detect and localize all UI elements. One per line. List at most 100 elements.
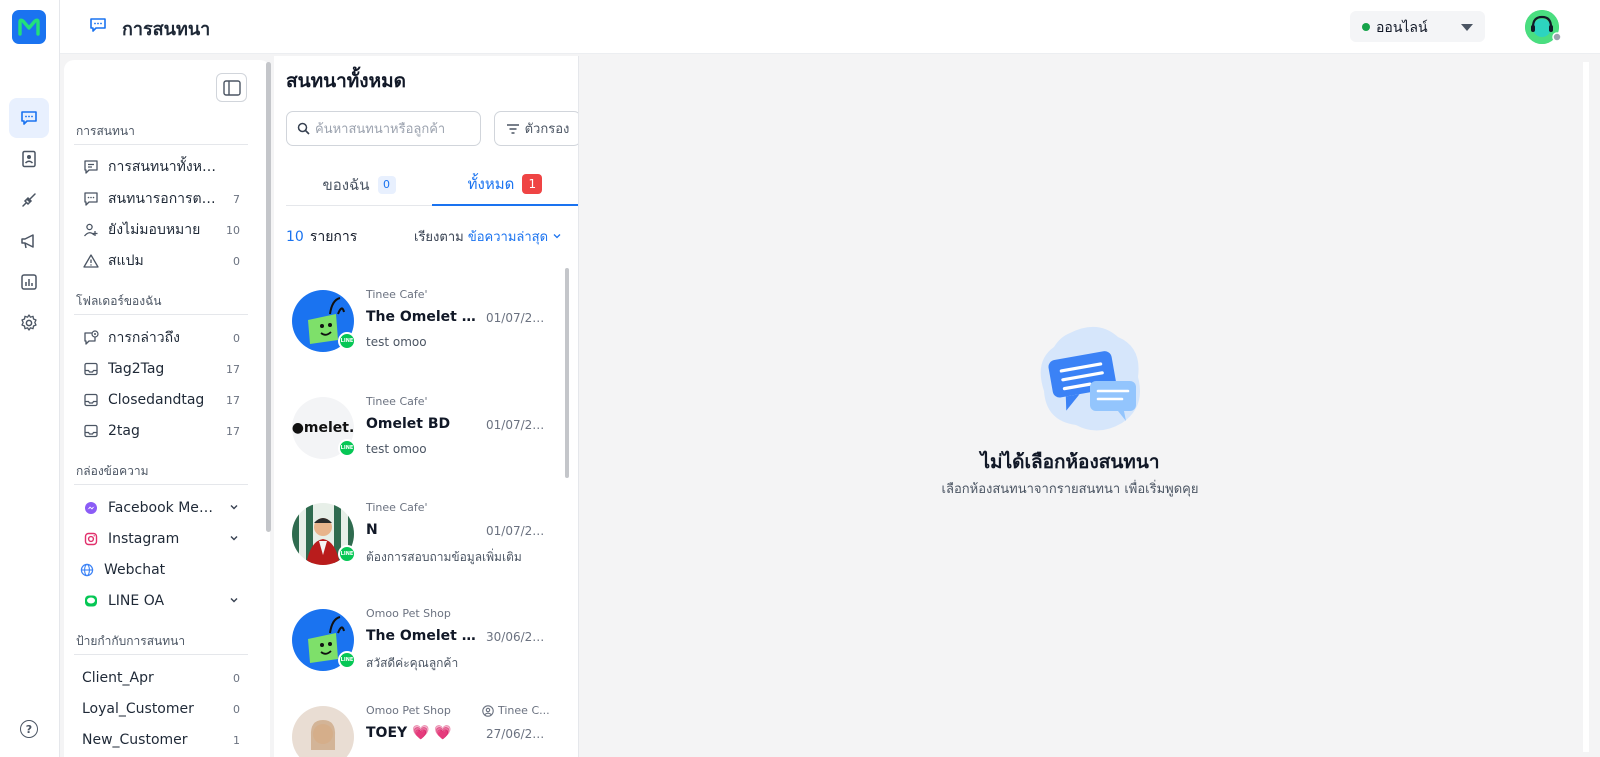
rail-broadcast-button[interactable]: [9, 221, 49, 261]
filter-label: ตัวกรอง: [524, 122, 570, 137]
sidebar-toggle-icon: [222, 79, 241, 96]
sidebar-item-mentions[interactable]: การกล่าวถึง 0: [82, 325, 240, 351]
label-item[interactable]: Client_Apr 0: [82, 665, 240, 691]
search-input[interactable]: [315, 119, 475, 139]
conversation-name: TOEY 💗 💗: [366, 725, 452, 741]
sidebar-item-all-chats[interactable]: การสนทนาทั้งหมด: [82, 154, 240, 180]
sidebar-item-instagram[interactable]: Instagram: [82, 526, 240, 552]
conversation-preview: ต้องการสอบถามข้อมูลเพิ่มเติม: [366, 550, 522, 564]
chevron-down-icon[interactable]: [228, 594, 240, 606]
conversation-preview: สวัสดีค่ะคุณลูกค้า: [366, 656, 459, 670]
conversation-preview: test omoo: [366, 335, 427, 349]
conversation-source: Omoo Pet Shop: [366, 704, 451, 717]
empty-state-subtitle: เลือกห้องสนทนาจากรายสนทนา เพื่อเริ่มพูดค…: [941, 482, 1199, 497]
section-title-folders: โฟลเดอร์ของฉัน: [76, 294, 162, 308]
rail-reports-button[interactable]: [9, 262, 49, 302]
warning-icon: [82, 252, 100, 270]
main-scrollbar-track: [1583, 62, 1589, 752]
sidebar-item-label: Webchat: [104, 562, 166, 578]
chat-bubbles-illustration: [1040, 326, 1140, 431]
online-dot: [1362, 23, 1370, 31]
presence-dot: [1552, 32, 1562, 42]
sidebar-item-label: LINE OA: [108, 593, 165, 609]
sidebar-item-label: สแปม: [108, 253, 144, 269]
avatar: [292, 706, 354, 757]
chevron-down-icon[interactable]: [228, 532, 240, 544]
empty-state-title: ไม่ได้เลือกห้องสนทนา: [980, 451, 1160, 473]
caret-down-icon: [1461, 24, 1473, 31]
conversation-source: Tinee Cafe': [366, 501, 428, 514]
sidebar-item-unassigned[interactable]: ยังไม่มอบหมาย 10: [82, 217, 240, 243]
conversation-name: Omelet BD: [366, 416, 451, 432]
sidebar-item-folder[interactable]: Closedandtag 17: [82, 387, 240, 413]
sidebar-scrollbar[interactable]: [266, 62, 271, 532]
sidebar-item-facebook[interactable]: Facebook Messenger: [82, 495, 240, 521]
conversation-item[interactable]: ●melet. LINE Tinee Cafe' Omelet BD 01/07…: [286, 391, 561, 481]
conversation-preview: test omoo: [366, 442, 427, 456]
list-scrollbar[interactable]: [565, 268, 569, 478]
search-box[interactable]: [286, 111, 481, 146]
label-item[interactable]: Loyal_Customer 0: [82, 696, 240, 722]
sidebar-item-awaiting-reply[interactable]: สนทนารอการตอบกลับ 7: [82, 186, 240, 212]
top-bar: การสนทนา ออนไลน์: [60, 0, 1600, 54]
list-title: สนทนาทั้งหมด: [286, 70, 406, 92]
collapse-sidebar-button[interactable]: [216, 73, 247, 102]
sidebar-item-spam[interactable]: สแปม 0: [82, 248, 240, 274]
result-count: 10 รายการ: [286, 226, 357, 248]
sort-control[interactable]: เรียงตาม ข้อความล่าสุด: [414, 226, 562, 247]
label-item[interactable]: New_Customer 1: [82, 727, 240, 753]
label-count: 1: [233, 733, 240, 747]
chat-icon: [90, 18, 106, 32]
filter-icon: [506, 123, 519, 134]
inbox-tray-icon: [82, 422, 100, 440]
sidebar-item-label: การสนทนาทั้งหมด: [108, 159, 216, 175]
rail-contacts-button[interactable]: [9, 139, 49, 179]
sidebar-item-folder[interactable]: Tag2Tag 17: [82, 356, 240, 382]
sidebar-item-webchat[interactable]: Webchat: [78, 557, 236, 583]
globe-icon: [78, 561, 96, 579]
tab-count-badge: 0: [377, 175, 396, 194]
status-dropdown[interactable]: ออนไลน์: [1350, 11, 1485, 42]
rail-settings-button[interactable]: [9, 303, 49, 343]
tab-label: ของฉัน: [322, 175, 370, 194]
tab-label: ทั้งหมด: [467, 175, 515, 193]
tab-mine[interactable]: ของฉัน 0: [286, 164, 432, 206]
chart-icon: [21, 274, 37, 290]
inbox-tray-icon: [82, 360, 100, 378]
app-logo[interactable]: [12, 10, 46, 44]
divider: [74, 654, 248, 655]
conversation-name: The Omelet Real Estate: [366, 628, 486, 644]
conversation-item[interactable]: Omoo Pet Shop Tinee C... TOEY 💗 💗 27/06/…: [286, 700, 561, 757]
rail-chat-button[interactable]: [9, 98, 49, 138]
megaphone-icon: [21, 234, 34, 249]
sort-label: เรียงตาม: [414, 230, 464, 245]
conversation-item[interactable]: LINE Tinee Cafe' The Omelet Real Estate …: [286, 284, 561, 374]
sidebar-item-label: การกล่าวถึง: [108, 330, 180, 346]
help-icon[interactable]: ?: [20, 720, 38, 738]
assignee-name: Tinee C...: [498, 704, 550, 717]
filter-button[interactable]: ตัวกรอง: [494, 111, 578, 146]
assignee: Tinee C...: [482, 704, 550, 717]
result-count-label: รายการ: [309, 229, 358, 245]
conversation-source: Tinee Cafe': [366, 395, 428, 408]
sidebar-item-count: 0: [233, 331, 240, 345]
sidebar-item-label: Tag2Tag: [108, 361, 165, 377]
conversation-date: 30/06/2568: [486, 630, 551, 644]
conversation-item[interactable]: LINE Tinee Cafe' N 01/07/2568 ต้องการสอบ…: [286, 497, 561, 587]
sidebar-item-line-oa[interactable]: LINE OA: [82, 588, 240, 614]
user-plus-icon: [82, 221, 100, 239]
mention-icon: [82, 329, 100, 347]
line-badge-icon: LINE: [338, 439, 356, 457]
sidebar-item-folder[interactable]: 2tag 17: [82, 418, 240, 444]
sidebar-item-label: Facebook Messenger: [108, 500, 216, 516]
tab-all[interactable]: ทั้งหมด 1: [432, 164, 578, 206]
chevron-down-icon[interactable]: [228, 501, 240, 513]
inbox-tray-icon: [82, 391, 100, 409]
sort-value[interactable]: ข้อความล่าสุด: [468, 230, 548, 245]
status-label: ออนไลน์: [1376, 20, 1428, 36]
conversation-item[interactable]: LINE Omoo Pet Shop The Omelet Real Estat…: [286, 603, 561, 693]
line-badge-icon: LINE: [338, 651, 356, 669]
chat-icon: [21, 111, 37, 125]
label-count: 0: [233, 702, 240, 716]
rail-integrations-button[interactable]: [9, 180, 49, 220]
